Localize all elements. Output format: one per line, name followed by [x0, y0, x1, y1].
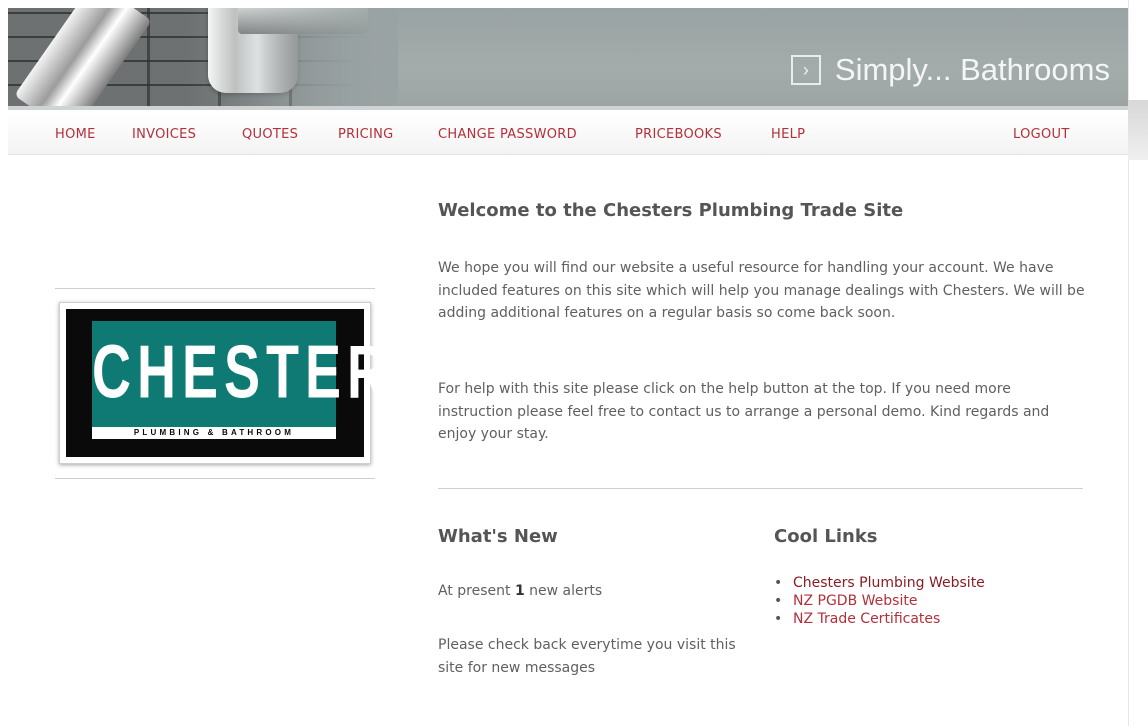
logo-teal-panel: CHESTERS — [92, 321, 435, 431]
main-nav: HOME INVOICES QUOTES PRICING CHANGE PASS… — [8, 114, 1128, 155]
arrow-box-icon: › — [790, 55, 821, 85]
banner-bottom-edge — [8, 106, 1128, 110]
alerts-count: 1 — [514, 583, 525, 599]
nav-pricebooks[interactable]: PRICEBOOKS — [635, 127, 722, 142]
check-back-note: Please check back everytime you visit th… — [438, 637, 736, 676]
whats-new-heading: What's New — [438, 526, 558, 547]
logo-background: CHESTERS PLUMBING & BATHROOM — [66, 309, 435, 457]
logo-wordmark: CHESTERS — [92, 330, 435, 415]
nav-logout[interactable]: LOGOUT — [1013, 127, 1070, 142]
section-divider — [438, 488, 1083, 489]
chesters-logo: CHESTERS PLUMBING & BATHROOM — [59, 302, 435, 464]
link-nz-pgdb-website[interactable]: NZ PGDB Website — [793, 593, 917, 609]
page-title: Welcome to the Chesters Plumbing Trade S… — [438, 200, 904, 221]
logo-divider-top — [55, 288, 375, 289]
link-nz-trade-certificates[interactable]: NZ Trade Certificates — [793, 611, 940, 627]
nav-home[interactable]: HOME — [55, 127, 96, 142]
page-margin-left — [0, 0, 8, 726]
nav-pricing[interactable]: PRICING — [338, 127, 394, 142]
help-paragraph: For help with this site please click on … — [438, 381, 1050, 442]
alerts-prefix: At present — [438, 583, 515, 599]
intro-paragraph: We hope you will find our website a usef… — [438, 260, 1085, 321]
list-item: NZ Trade Certificates — [774, 610, 985, 628]
cool-links-heading: Cool Links — [774, 526, 878, 547]
list-item: Chesters Plumbing Website — [774, 574, 985, 592]
brand-tagline: › Simply... Bathrooms — [790, 52, 1110, 88]
brand-text: Simply... Bathrooms — [834, 52, 1110, 87]
cool-links-list: Chesters Plumbing Website NZ PGDB Websit… — [774, 574, 985, 628]
logo-subtitle: PLUMBING & BATHROOM — [133, 428, 295, 437]
nav-change-password[interactable]: CHANGE PASSWORD — [438, 127, 577, 142]
nav-help[interactable]: HELP — [771, 127, 805, 142]
alerts-suffix: new alerts — [524, 583, 603, 599]
nav-invoices[interactable]: INVOICES — [132, 127, 196, 142]
alerts-summary: At present 1 new alerts — [438, 583, 602, 599]
banner-fade — [188, 8, 398, 110]
list-item: NZ PGDB Website — [774, 592, 985, 610]
right-shadow — [1128, 100, 1148, 160]
link-chesters-website[interactable]: Chesters Plumbing Website — [793, 575, 985, 591]
nav-quotes[interactable]: QUOTES — [242, 127, 298, 142]
logo-divider-bottom — [55, 478, 375, 479]
header-banner: › Simply... Bathrooms — [8, 8, 1128, 110]
